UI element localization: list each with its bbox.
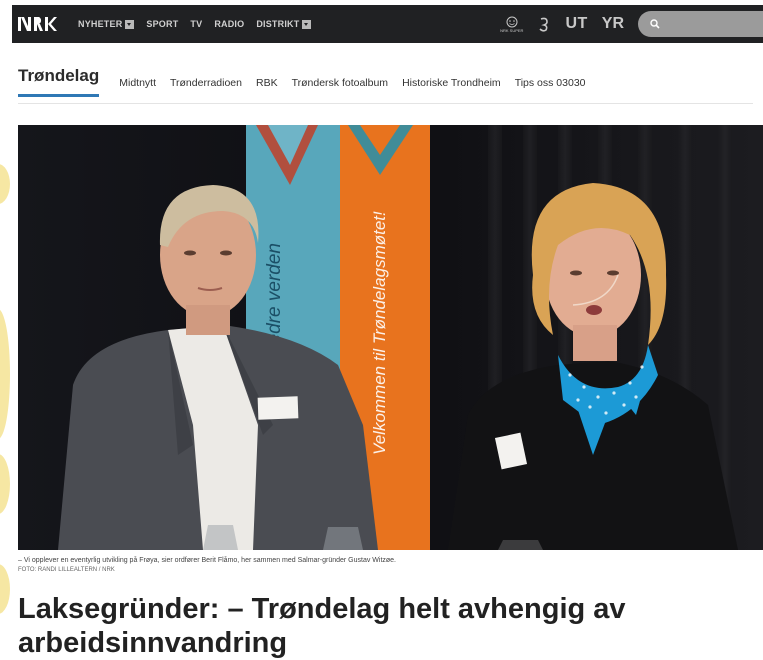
search-input[interactable] (664, 18, 754, 30)
smiley-icon (506, 16, 518, 27)
nav-nyheter[interactable]: NYHETER (78, 19, 135, 29)
nav-label: DISTRIKT (256, 19, 300, 29)
article-photo[interactable]: bedre verden Velkommen til Trøndelagsmøt… (18, 125, 763, 550)
subnav-link-tips[interactable]: Tips oss 03030 (515, 77, 586, 89)
yr-link[interactable]: YR (602, 15, 624, 33)
subnav-link-midtnytt[interactable]: Midtnytt (119, 77, 156, 89)
region-title[interactable]: Trøndelag (18, 66, 100, 97)
nav-sport[interactable]: SPORT (146, 19, 178, 29)
top-navigation-bar: NYHETER SPORT TV RADIO DISTRIKT NRK SUPE… (12, 5, 763, 43)
banner-text-right: Velkommen til Trøndelagsmøtet! (370, 211, 389, 455)
main-nav: NYHETER SPORT TV RADIO DISTRIKT (78, 19, 323, 29)
photo-illustration: bedre verden Velkommen til Trøndelagsmøt… (18, 125, 763, 550)
subnav-link-tronderradioen[interactable]: Trønderradioen (170, 77, 242, 89)
subnav-link-historiske-trondheim[interactable]: Historiske Trondheim (402, 77, 501, 89)
subnav-link-rbk[interactable]: RBK (256, 77, 278, 89)
nav-radio[interactable]: RADIO (214, 19, 244, 29)
left-edge-decoration (0, 44, 12, 644)
p3-link[interactable] (537, 16, 551, 32)
p3-icon (539, 17, 549, 32)
nav-distrikt[interactable]: DISTRIKT (256, 19, 312, 29)
search-icon (650, 19, 660, 29)
region-subnav: Trøndelag Midtnytt Trønderradioen RBK Tr… (18, 66, 753, 104)
dropdown-icon (125, 19, 135, 29)
nrk-logo-mark (18, 17, 57, 31)
dropdown-icon (302, 19, 312, 29)
nav-label: RADIO (214, 19, 245, 29)
nav-tv[interactable]: TV (190, 19, 202, 29)
subnav-link-fotoalbum[interactable]: Trøndersk fotoalbum (292, 77, 388, 89)
search-box[interactable] (638, 11, 763, 37)
right-tools: NRK SUPER UT YR (500, 5, 763, 43)
ut-link[interactable]: UT (565, 15, 587, 33)
nav-label: NYHETER (78, 19, 123, 29)
photo-caption: – Vi opplever en eventyrlig utvikling på… (18, 557, 397, 564)
nrk-super-label: NRK SUPER (500, 27, 524, 33)
article-headline[interactable]: Laksegründer: – Trøndelag helt avhengig … (18, 592, 758, 660)
photo-credit: FOTO: RANDI LILLEALTERN / NRK (18, 567, 115, 573)
nav-label: TV (190, 19, 203, 29)
nrk-super-link[interactable]: NRK SUPER (500, 16, 523, 33)
nav-label: SPORT (146, 19, 179, 29)
nrk-logo[interactable] (18, 13, 58, 35)
